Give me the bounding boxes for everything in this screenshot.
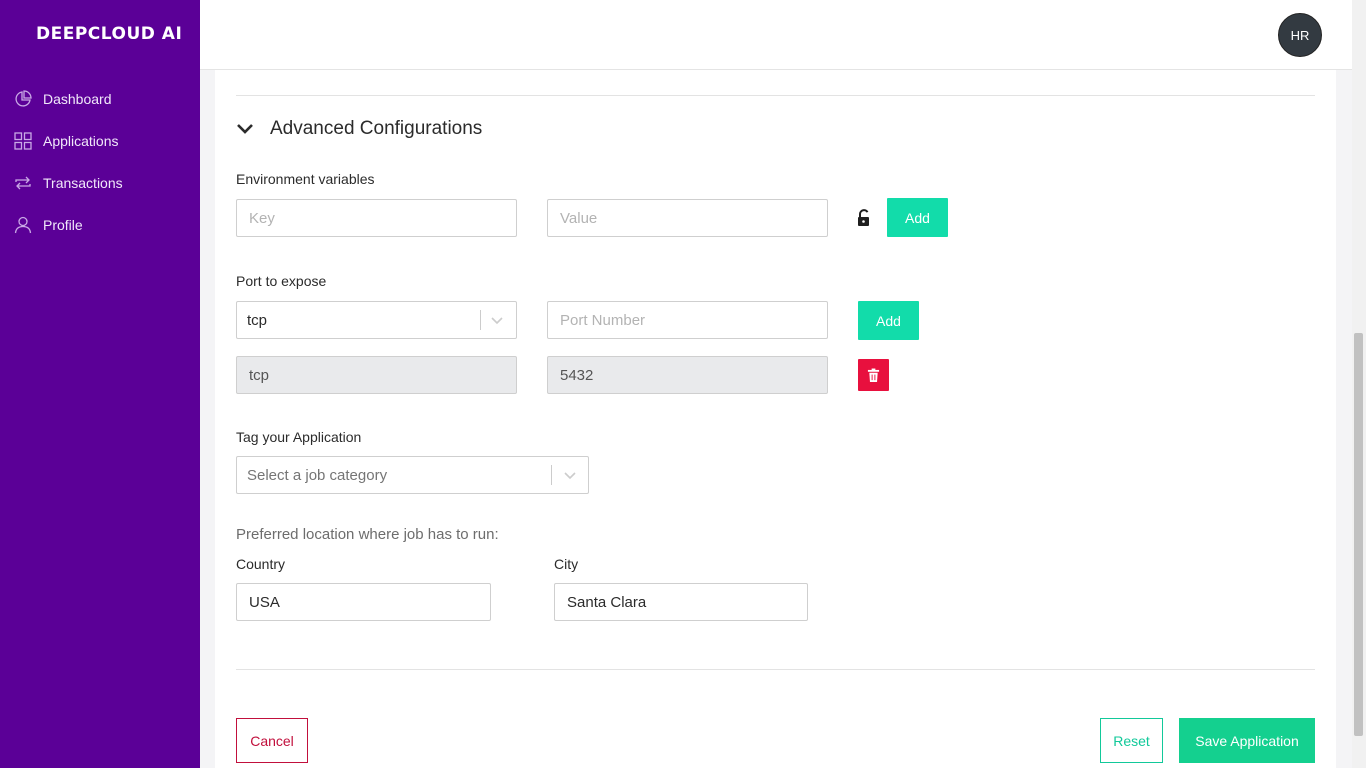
sidebar-nav: Dashboard Applications Transactions Prof… [0,78,200,246]
city-input[interactable]: Santa Clara [554,583,808,621]
sidebar-item-label: Profile [43,217,83,233]
reset-button[interactable]: Reset [1100,718,1163,763]
scrollbar-thumb[interactable] [1354,333,1363,736]
divider [236,669,1315,670]
sidebar-item-label: Dashboard [43,91,112,107]
app-logo[interactable]: DEEPCLOUD AI [36,24,182,44]
city-label: City [554,556,579,572]
config-card [215,70,1336,768]
env-add-button[interactable]: Add [887,198,948,237]
user-icon [14,216,32,234]
env-value-input[interactable]: Value [547,199,828,237]
swap-icon [14,174,32,192]
job-category-select[interactable]: Select a job category [236,456,589,494]
divider [236,95,1315,96]
chevron-down-icon [564,472,576,480]
advanced-config-toggle[interactable]: Advanced Configurations [236,118,482,140]
sidebar-item-profile[interactable]: Profile [0,204,200,246]
location-label: Preferred location where job has to run: [236,526,499,543]
save-application-button[interactable]: Save Application [1179,718,1315,763]
port-add-button[interactable]: Add [858,301,919,340]
protocol-select[interactable]: tcp [236,301,517,339]
select-separator [551,465,552,485]
country-label: Country [236,556,286,572]
port-number-input[interactable]: Port Number [547,301,828,339]
grid-icon [14,132,32,150]
cancel-button[interactable]: Cancel [236,718,308,763]
country-input[interactable]: USA [236,583,491,621]
pie-chart-icon [14,90,32,108]
chevron-down-icon [491,317,503,325]
section-title: Advanced Configurations [270,118,483,139]
job-category-placeholder: Select a job category [247,466,388,484]
top-header: HR [200,0,1352,70]
sidebar-item-label: Transactions [43,175,123,191]
port-label: Port to expose [236,273,327,289]
select-separator [480,310,481,330]
port-entry-number: 5432 [547,356,828,394]
unlock-icon[interactable] [856,209,872,227]
sidebar-item-label: Applications [43,133,119,149]
protocol-selected-value: tcp [247,311,268,329]
sidebar-item-applications[interactable]: Applications [0,120,200,162]
sidebar-item-transactions[interactable]: Transactions [0,162,200,204]
delete-port-button[interactable] [858,359,889,391]
port-entry-protocol: tcp [236,356,517,394]
avatar[interactable]: HR [1278,13,1322,57]
env-vars-label: Environment variables [236,171,375,187]
trash-icon [867,368,880,382]
tag-label: Tag your Application [236,429,362,445]
sidebar-item-dashboard[interactable]: Dashboard [0,78,200,120]
env-key-input[interactable]: Key [236,199,517,237]
chevron-down-icon [237,124,253,134]
sidebar: DEEPCLOUD AI Dashboard Applications Tran… [0,0,200,768]
